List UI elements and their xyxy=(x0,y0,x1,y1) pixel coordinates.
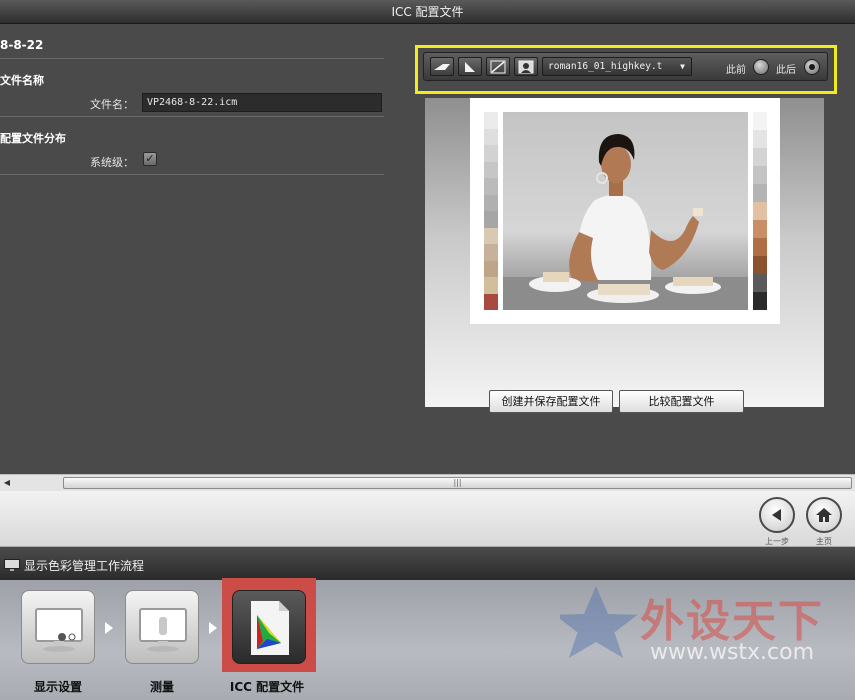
step-label-measure: 测量 xyxy=(149,680,174,694)
home-button[interactable] xyxy=(806,497,842,533)
after-label: 此后 xyxy=(776,65,796,76)
color-swatch xyxy=(484,260,498,277)
before-radio[interactable] xyxy=(753,59,769,75)
chevron-down-icon: ▼ xyxy=(680,62,685,71)
left-color-strip xyxy=(484,112,498,310)
home-label: 主页 xyxy=(816,537,832,546)
color-swatch xyxy=(484,277,498,294)
color-swatch xyxy=(753,292,767,310)
after-radio[interactable] xyxy=(804,59,820,75)
color-swatch xyxy=(753,184,767,202)
section-distribution-title: 配置文件分布 xyxy=(0,132,66,145)
divider xyxy=(0,58,384,59)
scroll-left-icon[interactable]: ◀ xyxy=(1,477,13,489)
image-select[interactable]: roman16_01_highkey.t ▼ xyxy=(542,57,692,76)
monitor-icon xyxy=(4,559,20,571)
portrait-icon xyxy=(518,60,534,73)
workflow-title: 显示色彩管理工作流程 xyxy=(24,559,145,573)
step-icc-profile[interactable] xyxy=(232,590,306,664)
divider xyxy=(0,116,384,117)
preview-toolbar: roman16_01_highkey.t ▼ 此前 此后 xyxy=(423,52,828,81)
back-button[interactable] xyxy=(759,497,795,533)
color-swatch xyxy=(484,244,498,261)
divider xyxy=(0,174,384,175)
filename-label: 文件名： xyxy=(90,98,134,111)
navigation-bar: 上一步 主页 xyxy=(0,491,855,547)
color-swatch xyxy=(484,178,498,195)
check-icon: ✓ xyxy=(145,152,155,165)
color-swatch xyxy=(753,220,767,238)
display-settings-icon xyxy=(35,608,83,652)
back-arrow-icon xyxy=(772,509,781,521)
system-label: 系统级： xyxy=(90,156,134,169)
image-select-value: roman16_01_highkey.t xyxy=(548,61,663,72)
curve-icon xyxy=(490,60,506,73)
step-label-icc-profile: ICC 配置文件 xyxy=(229,680,305,694)
create-save-profile-button[interactable]: 创建并保存配置文件 xyxy=(489,390,613,413)
preview-panel: 创建并保存配置文件 比较配置文件 xyxy=(425,98,824,413)
filename-input[interactable] xyxy=(142,93,382,112)
color-swatch xyxy=(484,211,498,228)
section-filename-title: 文件名称 xyxy=(0,74,44,87)
step-display-settings[interactable] xyxy=(21,590,95,664)
step-measure[interactable] xyxy=(125,590,199,664)
watermark-url: www.wstx.com xyxy=(650,640,815,665)
horizontal-scrollbar[interactable]: ◀ ||| xyxy=(0,474,855,491)
portrait-tool-button[interactable] xyxy=(514,57,538,76)
step-arrow-icon xyxy=(209,622,217,634)
preview-photo xyxy=(503,112,748,310)
color-swatch xyxy=(484,227,498,244)
photo-frame xyxy=(470,98,780,324)
curve-tool-button[interactable] xyxy=(486,57,510,76)
eyedropper-icon xyxy=(434,63,450,70)
step-label-display-settings: 显示设置 xyxy=(33,680,82,694)
color-swatch xyxy=(484,145,498,162)
color-swatch xyxy=(753,274,767,292)
icc-profile-icon xyxy=(251,601,289,655)
color-swatch xyxy=(753,130,767,148)
right-color-strip xyxy=(753,112,767,310)
eyedropper-tool-button[interactable] xyxy=(430,57,454,76)
workflow-header: 显示色彩管理工作流程 xyxy=(0,548,855,580)
profile-name: 8-8-22 xyxy=(0,38,44,52)
color-swatch xyxy=(484,194,498,211)
color-swatch xyxy=(484,128,498,145)
color-swatch xyxy=(484,112,498,129)
main-content: 8-8-22 文件名称 文件名： 配置文件分布 系统级： ✓ roman16_0… xyxy=(0,24,855,474)
home-icon xyxy=(816,508,832,522)
woman-photo-image xyxy=(503,134,748,310)
scrollbar-thumb[interactable]: ||| xyxy=(63,477,852,489)
color-swatch xyxy=(753,238,767,256)
color-swatch xyxy=(484,161,498,178)
color-swatch xyxy=(753,256,767,274)
color-swatch xyxy=(753,148,767,166)
color-swatch xyxy=(484,293,498,310)
color-swatch xyxy=(753,166,767,184)
back-label: 上一步 xyxy=(765,537,789,546)
compare-profile-button[interactable]: 比较配置文件 xyxy=(619,390,744,413)
color-swatch xyxy=(753,202,767,220)
triangle-tool-button[interactable] xyxy=(458,57,482,76)
system-checkbox[interactable]: ✓ xyxy=(143,152,157,166)
before-label: 此前 xyxy=(726,65,746,76)
measure-icon xyxy=(139,608,187,652)
triangle-icon xyxy=(465,61,475,72)
step-arrow-icon xyxy=(105,622,113,634)
window-title: ICC 配置文件 xyxy=(0,0,855,24)
color-swatch xyxy=(753,112,767,130)
